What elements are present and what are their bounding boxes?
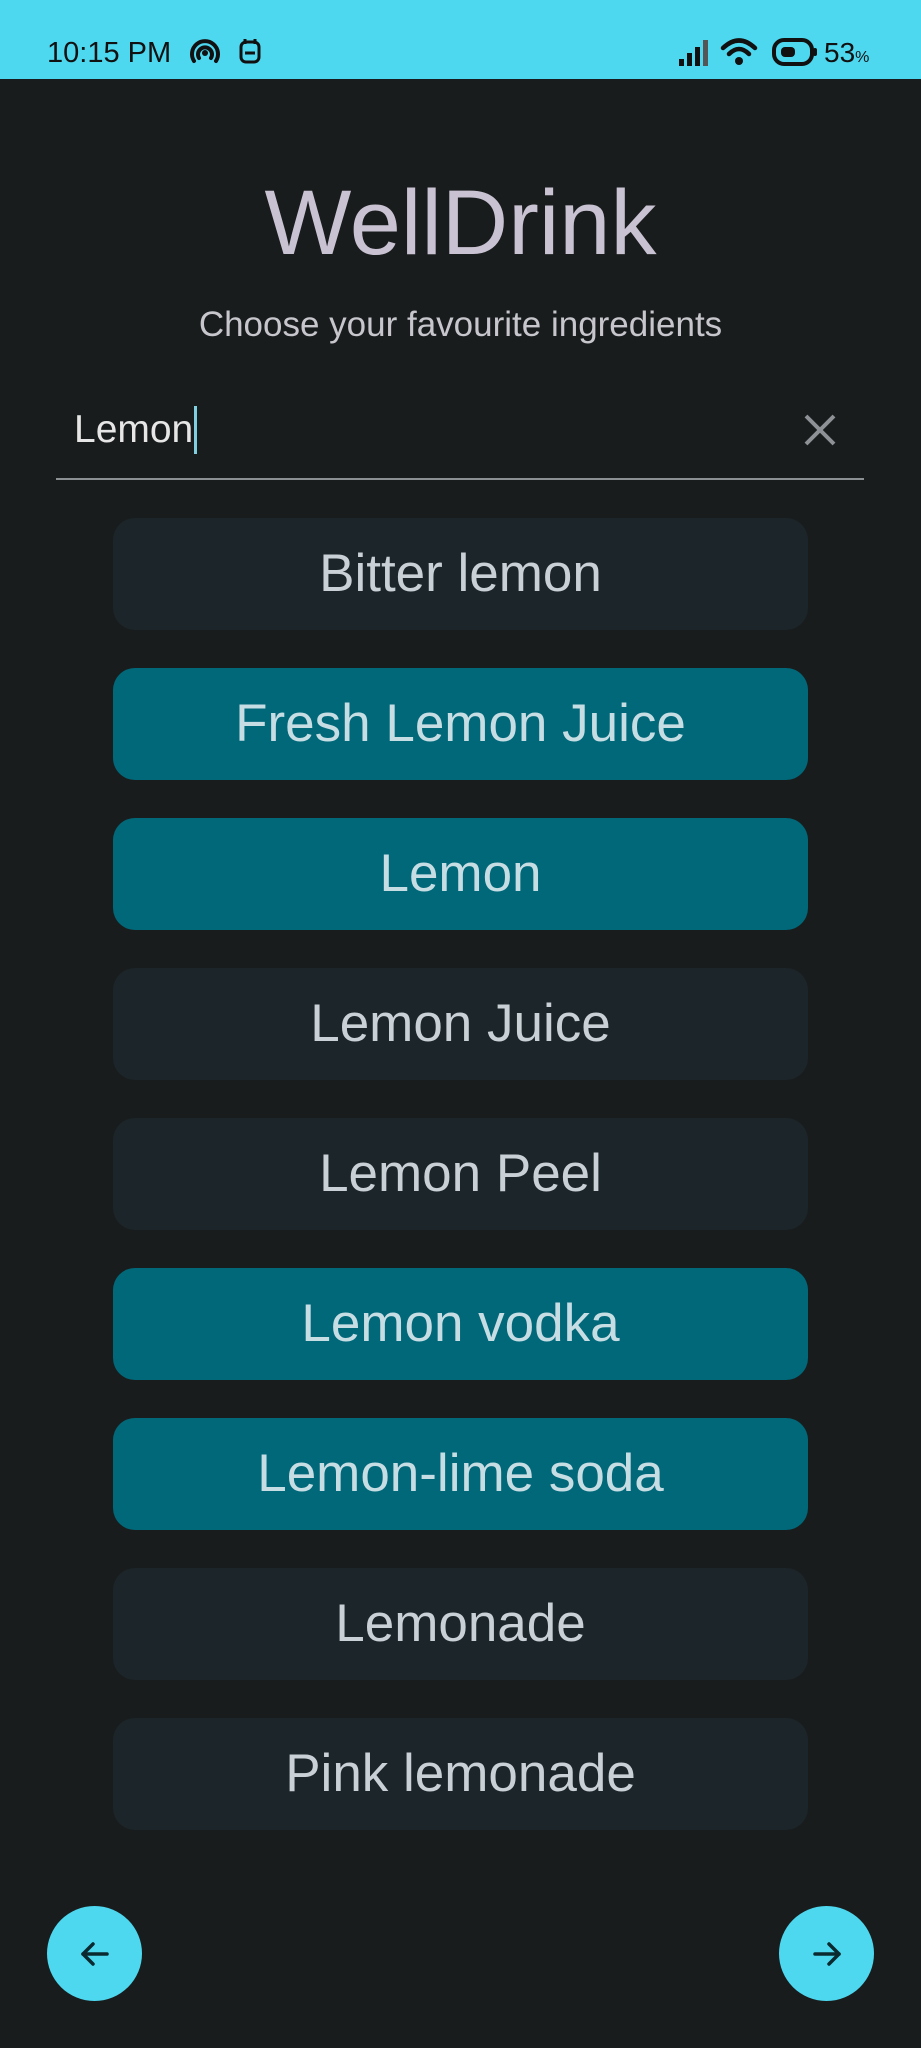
arrow-left-icon: [80, 1941, 109, 1966]
back-button[interactable]: [47, 1906, 142, 2001]
ingredient-chip[interactable]: Lemon-lime soda: [113, 1418, 808, 1530]
ingredient-chip[interactable]: Lemon vodka: [113, 1268, 808, 1380]
battery-percent: 53%: [824, 37, 870, 68]
ingredient-chip[interactable]: Pink lemonade: [113, 1718, 808, 1830]
text-caret: [194, 406, 198, 454]
status-time: 10:15 PM: [47, 37, 172, 69]
clear-search-button[interactable]: [790, 400, 850, 460]
arrow-right-icon: [812, 1941, 841, 1966]
app-title: WellDrink: [264, 172, 657, 274]
ingredient-chip[interactable]: Fresh Lemon Juice: [113, 668, 808, 780]
ingredient-list: Bitter lemon Fresh Lemon Juice Lemon Lemon …: [113, 518, 808, 1868]
search-input[interactable]: Lemon: [74, 406, 198, 454]
ingredient-chip[interactable]: Lemon Peel: [113, 1118, 808, 1230]
next-button[interactable]: [779, 1906, 874, 2001]
hotspot-icon: [190, 39, 220, 63]
ingredient-chip[interactable]: Lemonade: [113, 1568, 808, 1680]
battery-icon: [772, 38, 817, 66]
status-bar: 10:15 PM 53%: [0, 0, 921, 79]
page-subtitle: Choose your favourite ingredients: [198, 305, 723, 344]
search-input-value: Lemon: [74, 408, 194, 451]
ingredient-chip[interactable]: Lemon Juice: [113, 968, 808, 1080]
wifi-icon: [720, 38, 758, 65]
search-field[interactable]: Lemon: [56, 390, 864, 480]
ingredient-chip[interactable]: Bitter lemon: [113, 518, 808, 630]
close-icon: [804, 414, 836, 446]
signal-icon: [679, 40, 708, 66]
notification-icon: [239, 39, 261, 64]
ingredient-chip[interactable]: Lemon: [113, 818, 808, 930]
